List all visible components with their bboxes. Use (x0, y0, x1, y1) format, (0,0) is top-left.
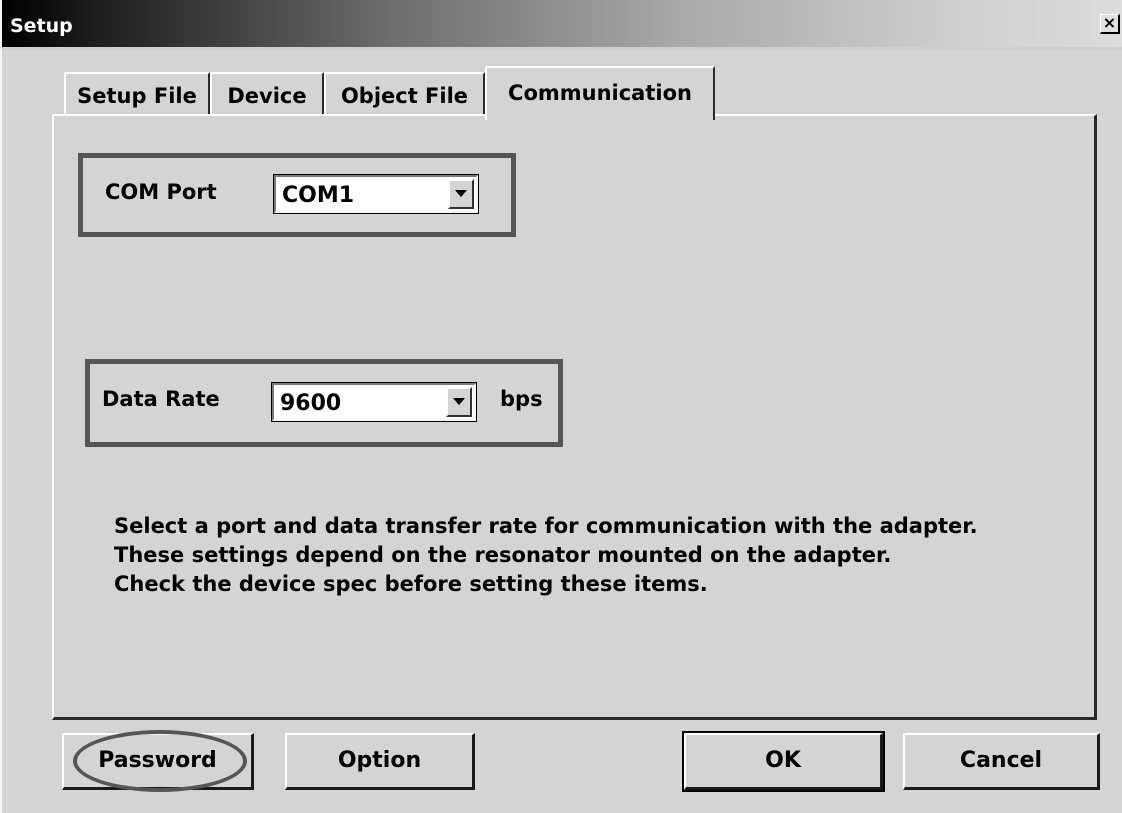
com-port-select[interactable]: COM1 (273, 174, 479, 214)
chevron-down-icon (455, 190, 467, 197)
data-rate-dropdown-button[interactable] (446, 387, 472, 417)
help-line: These settings depend on the resonator m… (114, 543, 892, 567)
data-rate-value: 9600 (280, 391, 342, 416)
title-bar-separator (2, 47, 1122, 50)
com-port-dropdown-button[interactable] (448, 179, 474, 209)
tab-object-file[interactable]: Object File (324, 72, 485, 116)
setup-dialog: Setup × Setup File Device Object File Co… (0, 0, 1122, 813)
com-port-value: COM1 (282, 183, 355, 208)
help-text: Select a port and data transfer rate for… (114, 512, 978, 599)
data-rate-unit: bps (500, 387, 543, 411)
data-rate-select[interactable]: 9600 (271, 382, 477, 422)
com-port-label: COM Port (105, 180, 217, 204)
cancel-button[interactable]: Cancel (903, 733, 1100, 790)
help-line: Select a port and data transfer rate for… (114, 514, 978, 538)
title-bar[interactable]: Setup × (2, 0, 1122, 47)
tab-communication[interactable]: Communication (485, 66, 715, 120)
close-button[interactable]: × (1100, 14, 1120, 34)
window-title: Setup (10, 15, 73, 37)
option-button[interactable]: Option (285, 733, 475, 790)
tab-setup-file[interactable]: Setup File (64, 72, 210, 116)
help-line: Check the device spec before setting the… (114, 572, 708, 596)
chevron-down-icon (453, 398, 465, 405)
ok-button[interactable]: OK (682, 731, 885, 792)
password-button[interactable]: Password (62, 733, 254, 790)
close-icon: × (1102, 13, 1117, 32)
data-rate-label: Data Rate (102, 387, 220, 411)
tab-device[interactable]: Device (210, 72, 324, 116)
